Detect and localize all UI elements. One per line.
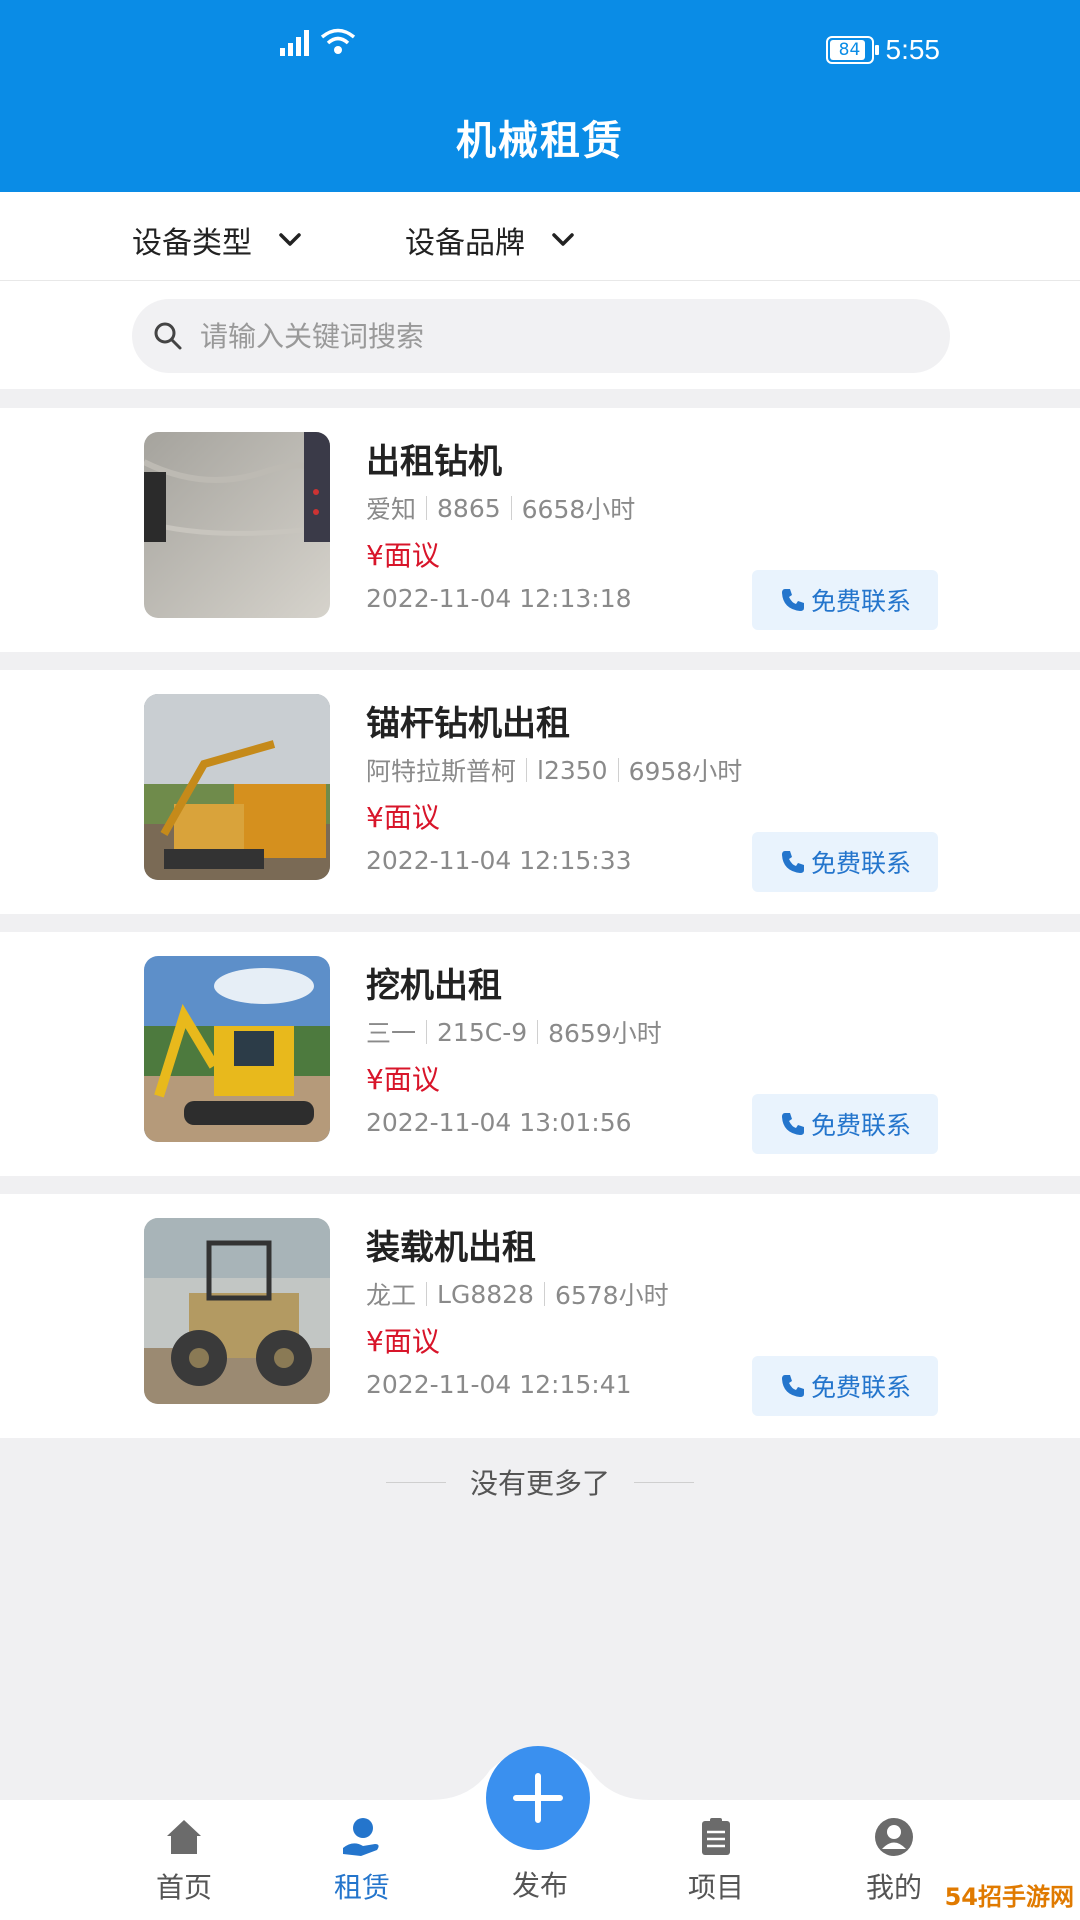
status-right: 84 5:55 <box>825 34 941 66</box>
free-contact-button[interactable]: 免费联系 <box>752 1356 938 1416</box>
phone-icon <box>781 589 804 611</box>
listing-hours: 6658小时 <box>521 495 636 524</box>
listing-date: 2022-11-04 12:13:18 <box>366 584 632 613</box>
no-more-text: 没有更多了 <box>469 1467 610 1500</box>
listing-hours: 6578小时 <box>554 1281 669 1310</box>
signal-icon <box>280 30 309 56</box>
battery-level: 84 <box>838 40 861 60</box>
search-section <box>0 281 1080 389</box>
listing-card[interactable]: 锚杆钻机出租 阿特拉斯普柯 l2350 6958小时 ¥面议 2022-11-0… <box>0 670 1080 914</box>
listing-price: ¥面议 <box>366 801 440 834</box>
listing-brand: 三一 <box>366 1019 417 1048</box>
photo-placeholder-icon <box>144 694 330 880</box>
nav-project[interactable]: 项目 <box>646 1814 786 1906</box>
listing-price: ¥面议 <box>366 1063 440 1096</box>
listing-meta: 爱知 8865 6658小时 <box>366 490 635 526</box>
clock: 5:55 <box>885 34 941 65</box>
listing-thumbnail <box>144 1218 330 1404</box>
site-watermark: 54招手游网 <box>944 1883 1074 1911</box>
list-end-indicator: 没有更多了 <box>0 1462 1080 1502</box>
clipboard-icon <box>702 1818 730 1855</box>
listing-card[interactable]: 挖机出租 三一 215C-9 8659小时 ¥面议 2022-11-04 13:… <box>0 932 1080 1176</box>
contact-label: 免费联系 <box>810 849 911 878</box>
photo-placeholder-icon <box>144 432 330 618</box>
nav-home-label: 首页 <box>155 1871 212 1904</box>
listing-hours: 8659小时 <box>548 1019 662 1048</box>
listing-title: 装载机出租 <box>366 1228 536 1268</box>
nav-mine-label: 我的 <box>865 1871 922 1904</box>
listing-card[interactable]: 出租钻机 爱知 8865 6658小时 ¥面议 2022-11-04 12:13… <box>0 408 1080 652</box>
phone-icon <box>781 851 804 873</box>
listing-title: 挖机出租 <box>366 966 502 1006</box>
app-header: 84 5:55 机械租赁 <box>0 0 1080 192</box>
filter-type-label: 设备类型 <box>132 226 252 261</box>
search-box[interactable] <box>132 299 950 373</box>
user-icon <box>875 1818 913 1856</box>
phone-icon <box>781 1113 804 1135</box>
filter-equipment-brand[interactable]: 设备品牌 <box>405 218 577 262</box>
listing-thumbnail <box>144 956 330 1142</box>
nav-project-label: 项目 <box>687 1871 744 1904</box>
listing-title: 出租钻机 <box>366 442 502 482</box>
listing-brand: 阿特拉斯普柯 <box>366 757 517 786</box>
listing-thumbnail <box>144 694 330 880</box>
listing-meta: 龙工 LG8828 6578小时 <box>366 1276 669 1312</box>
listing-date: 2022-11-04 12:15:33 <box>366 846 632 875</box>
listing-brand: 爱知 <box>366 495 417 524</box>
plus-icon <box>513 1773 563 1823</box>
listing-model: l2350 <box>537 755 608 785</box>
search-input[interactable] <box>198 318 902 354</box>
status-signal <box>280 28 356 56</box>
listing-date: 2022-11-04 12:15:41 <box>366 1370 632 1399</box>
nav-mine[interactable]: 我的 <box>824 1814 964 1906</box>
listing-model: 8865 <box>437 493 501 523</box>
listing-meta: 阿特拉斯普柯 l2350 6958小时 <box>366 752 742 788</box>
free-contact-button[interactable]: 免费联系 <box>752 570 938 630</box>
listing-title: 锚杆钻机出租 <box>366 704 570 744</box>
wifi-icon <box>320 28 356 54</box>
battery-indicator: 84 <box>825 36 879 64</box>
contact-label: 免费联系 <box>810 1373 911 1402</box>
listing-thumbnail <box>144 432 330 618</box>
filter-bar: 设备类型 设备品牌 <box>0 192 1080 281</box>
listing-model: LG8828 <box>437 1279 534 1309</box>
free-contact-button[interactable]: 免费联系 <box>752 832 938 892</box>
page-title: 机械租赁 <box>456 118 624 164</box>
filter-brand-label: 设备品牌 <box>405 226 525 261</box>
listing-brand: 龙工 <box>366 1281 417 1310</box>
listing-hours: 6958小时 <box>628 757 743 786</box>
phone-icon <box>781 1375 804 1397</box>
listing-price: ¥面议 <box>366 1325 440 1358</box>
nav-rent[interactable]: 租赁 <box>292 1814 432 1906</box>
nav-publish-label: 发布 <box>511 1869 568 1902</box>
listing-card[interactable]: 装载机出租 龙工 LG8828 6578小时 ¥面议 2022-11-04 12… <box>0 1194 1080 1438</box>
home-icon <box>167 1820 201 1854</box>
chevron-down-icon <box>279 233 301 246</box>
publish-button[interactable] <box>486 1746 590 1850</box>
contact-label: 免费联系 <box>810 587 911 616</box>
search-icon <box>154 322 182 350</box>
filter-equipment-type[interactable]: 设备类型 <box>132 218 304 262</box>
free-contact-button[interactable]: 免费联系 <box>752 1094 938 1154</box>
chevron-down-icon <box>552 233 574 246</box>
contact-label: 免费联系 <box>810 1111 911 1140</box>
listing-price: ¥面议 <box>366 539 440 572</box>
rent-hand-icon <box>343 1818 379 1856</box>
photo-placeholder-icon <box>144 1218 330 1404</box>
listing-model: 215C-9 <box>437 1017 528 1047</box>
listing-meta: 三一 215C-9 8659小时 <box>366 1014 662 1050</box>
nav-home[interactable]: 首页 <box>114 1814 254 1906</box>
listing-date: 2022-11-04 13:01:56 <box>366 1108 632 1137</box>
nav-rent-label: 租赁 <box>333 1871 390 1904</box>
photo-placeholder-icon <box>144 956 330 1142</box>
